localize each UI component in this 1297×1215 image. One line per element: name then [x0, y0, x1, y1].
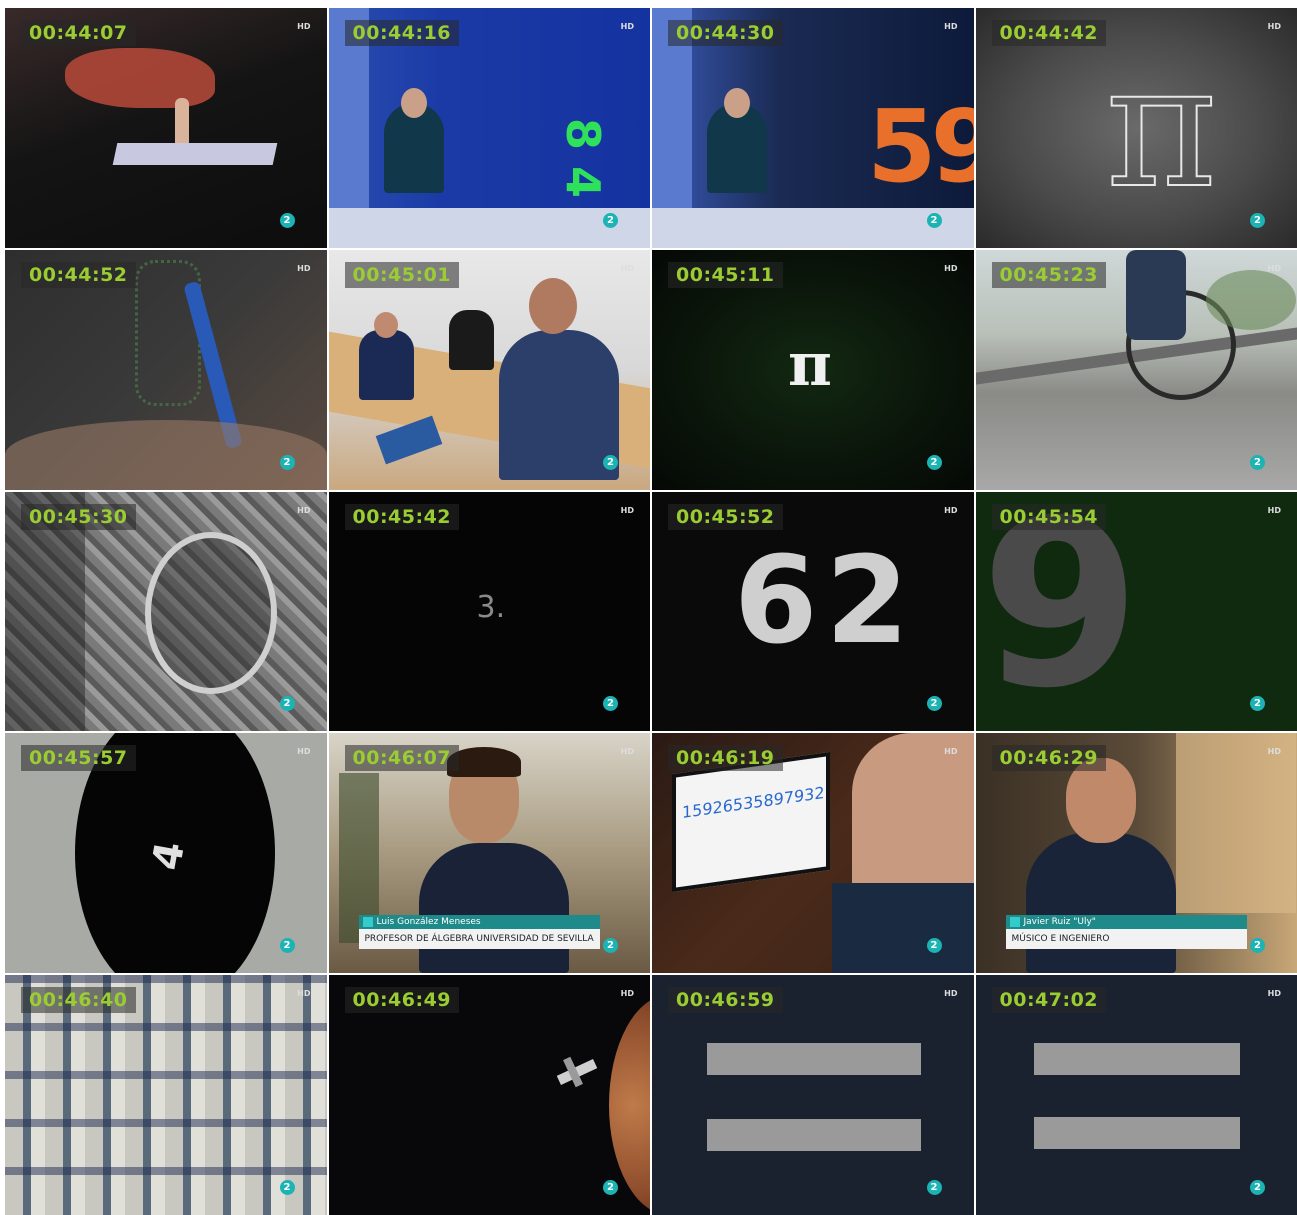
- screen-digits: 62: [734, 531, 917, 671]
- timestamp: 00:45:54: [991, 503, 1107, 530]
- graphic-bar: [1033, 1117, 1240, 1150]
- channel-logo-icon: 2: [1250, 454, 1265, 470]
- hd-badge: HD: [1267, 263, 1281, 273]
- timestamp: 00:45:01: [344, 261, 460, 288]
- channel-logo-icon: 2: [926, 1180, 942, 1195]
- hd-badge: HD: [620, 505, 634, 515]
- timestamp: 00:46:59: [668, 987, 783, 1014]
- hd-badge: HD: [620, 989, 634, 999]
- channel-logo-icon: 2: [279, 212, 295, 228]
- hd-badge: HD: [620, 747, 634, 757]
- hd-badge: HD: [944, 263, 958, 273]
- graphic-bar: [1033, 1043, 1240, 1076]
- timestamp: 00:45:11: [668, 261, 783, 288]
- hd-badge: HD: [1267, 747, 1281, 757]
- channel-logo-icon: 2: [603, 454, 618, 470]
- thumbnail-tile[interactable]: 00:45:01 HD 2: [328, 249, 650, 490]
- screen-digits: 3.: [476, 589, 506, 625]
- hd-badge: HD: [944, 22, 958, 31]
- timestamp: 00:47:02: [991, 987, 1107, 1014]
- timestamp: 00:44:07: [21, 20, 136, 46]
- timestamp: 00:44:42: [991, 20, 1107, 46]
- thumbnail-tile[interactable]: π 00:45:11 HD 2: [652, 249, 974, 490]
- graphic-bar: [707, 1043, 921, 1076]
- lower-third: Javier Ruiz "Uly" MÚSICO E INGENIERO: [1005, 915, 1247, 951]
- timestamp: 00:45:42: [344, 503, 460, 530]
- thumbnail-tile[interactable]: 4 00:45:57 HD 2: [5, 733, 327, 974]
- channel-logo-icon: 2: [279, 1180, 295, 1195]
- hd-badge: HD: [944, 505, 958, 515]
- hd-badge: HD: [297, 22, 311, 31]
- timestamp: 00:45:30: [21, 503, 136, 530]
- thumbnail-tile[interactable]: 00:45:30 HD 2: [5, 491, 327, 732]
- thumbnail-tile[interactable]: 00:46:49 HD 2: [328, 975, 650, 1215]
- hd-badge: HD: [1267, 22, 1281, 31]
- timestamp: 00:45:57: [21, 745, 136, 772]
- hd-badge: HD: [620, 263, 634, 273]
- hd-badge: HD: [620, 22, 634, 31]
- thumbnail-tile[interactable]: 15926535897932 00:46:19 HD 2: [652, 733, 974, 974]
- channel-logo-icon: 2: [926, 454, 942, 470]
- thumbnail-tile[interactable]: 59 00:44:30 HD 2: [652, 8, 974, 248]
- pi-symbol: π: [1105, 27, 1219, 227]
- thumbnail-tile[interactable]: 00:46:59 HD 2: [652, 975, 974, 1215]
- timestamp: 00:46:49: [344, 987, 460, 1014]
- hd-badge: HD: [1267, 505, 1281, 515]
- thumbnail-grid: 00:44:07 HD 2 8 4 00:44:16 HD 2 59 00:44…: [5, 8, 1297, 1215]
- lower-third-role: MÚSICO E INGENIERO: [1005, 929, 1247, 950]
- thumbnail-tile[interactable]: 9 00:45:54 HD 2: [975, 491, 1297, 732]
- channel-logo-icon: 2: [279, 696, 295, 712]
- channel-logo-icon: 2: [1250, 1180, 1265, 1195]
- thumbnail-tile[interactable]: 8 4 00:44:16 HD 2: [328, 8, 650, 248]
- thumbnail-tile[interactable]: 3. 00:45:42 HD 2: [328, 491, 650, 732]
- timestamp: 00:44:16: [344, 20, 460, 46]
- thumbnail-tile[interactable]: 62 00:45:52 HD 2: [652, 491, 974, 732]
- thumbnail-tile[interactable]: Javier Ruiz "Uly" MÚSICO E INGENIERO 00:…: [975, 733, 1297, 974]
- hd-badge: HD: [1267, 989, 1281, 999]
- timestamp: 00:46:29: [991, 745, 1107, 772]
- graphic-bar: [707, 1119, 921, 1152]
- thumbnail-tile[interactable]: 00:44:52 HD 2: [5, 249, 327, 490]
- hd-badge: HD: [944, 989, 958, 999]
- channel-logo-icon: 2: [603, 1180, 618, 1195]
- screen-digits: 8 4: [556, 118, 610, 199]
- screen-digits: 59: [867, 88, 974, 205]
- timestamp: 00:46:19: [668, 745, 783, 772]
- lower-third-name: Javier Ruiz "Uly": [1005, 915, 1247, 930]
- channel-logo-icon: 2: [1250, 212, 1265, 228]
- channel-logo-icon: 2: [926, 212, 942, 228]
- hd-badge: HD: [297, 989, 311, 999]
- thumbnail-tile[interactable]: 00:45:23 HD 2: [975, 249, 1297, 490]
- thumbnail-tile[interactable]: Luis González Meneses PROFESOR DE ÁLGEBR…: [328, 733, 650, 974]
- lower-third-role: PROFESOR DE ÁLGEBRA UNIVERSIDAD DE SEVIL…: [358, 929, 600, 950]
- timestamp: 00:46:40: [21, 987, 136, 1014]
- timestamp: 00:44:52: [21, 261, 136, 288]
- lower-third-name: Luis González Meneses: [358, 915, 600, 930]
- hd-badge: HD: [297, 747, 311, 757]
- thumbnail-tile[interactable]: 00:44:07 HD 2: [5, 8, 327, 248]
- thumbnail-tile[interactable]: 00:47:02 HD 2: [975, 975, 1297, 1215]
- channel-logo-icon: 2: [603, 212, 618, 228]
- hd-badge: HD: [297, 505, 311, 515]
- channel-logo-icon: 2: [926, 696, 942, 712]
- timestamp: 00:46:07: [344, 745, 460, 772]
- pi-symbol: π: [788, 329, 832, 400]
- timestamp: 00:44:30: [668, 20, 783, 46]
- lower-third: Luis González Meneses PROFESOR DE ÁLGEBR…: [358, 915, 600, 951]
- channel-logo-icon: 2: [279, 454, 295, 470]
- hd-badge: HD: [944, 747, 958, 757]
- channel-logo-icon: 2: [279, 938, 295, 954]
- timestamp: 00:45:23: [991, 261, 1107, 288]
- thumbnail-tile[interactable]: 00:46:40 HD 2: [5, 975, 327, 1215]
- thumbnail-tile[interactable]: π 00:44:42 HD 2: [975, 8, 1297, 248]
- hd-badge: HD: [297, 263, 311, 273]
- channel-logo-icon: 2: [926, 938, 942, 954]
- timestamp: 00:45:52: [668, 503, 783, 530]
